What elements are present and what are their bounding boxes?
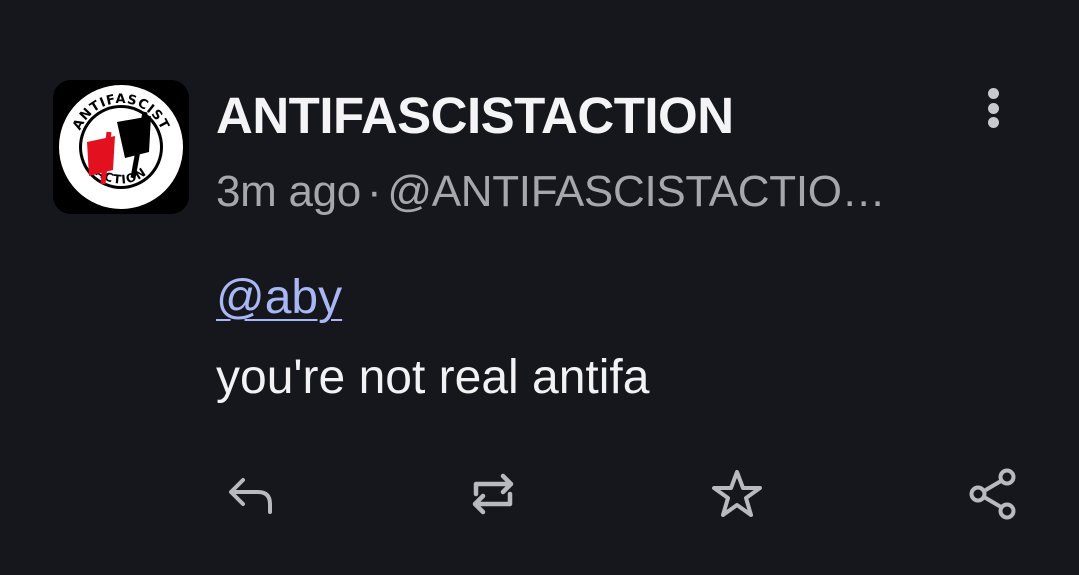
post-card: ANTIFASCIST ACTION ANTIFASCISTACTION 3m …	[0, 0, 1079, 575]
more-dot	[987, 117, 999, 128]
reply-icon	[229, 478, 272, 514]
post-time[interactable]: 3m ago	[216, 167, 361, 216]
reply-button[interactable]	[218, 462, 282, 526]
star-icon	[712, 470, 762, 517]
mention-link[interactable]: @aby	[216, 270, 342, 325]
post-content: you're not real antifa	[216, 351, 650, 404]
share-icon	[969, 468, 1016, 520]
share-button[interactable]	[961, 462, 1025, 526]
avatar[interactable]: ANTIFASCIST ACTION	[53, 80, 189, 214]
meta-separator: ·	[366, 167, 382, 216]
antifa-logo-icon: ANTIFASCIST ACTION	[53, 80, 189, 214]
boost-button[interactable]	[461, 462, 525, 526]
favourite-button[interactable]	[705, 462, 769, 526]
more-options-button[interactable]	[975, 84, 1011, 132]
post-handle[interactable]: @ANTIFASCISTACTIO…	[387, 167, 885, 216]
display-name[interactable]: ANTIFASCISTACTION	[216, 86, 734, 145]
post-meta: 3m ago · @ANTIFASCISTACTIO…	[216, 167, 886, 217]
more-vertical-icon	[987, 88, 999, 99]
boost-icon	[472, 473, 514, 515]
more-dot	[987, 102, 999, 114]
